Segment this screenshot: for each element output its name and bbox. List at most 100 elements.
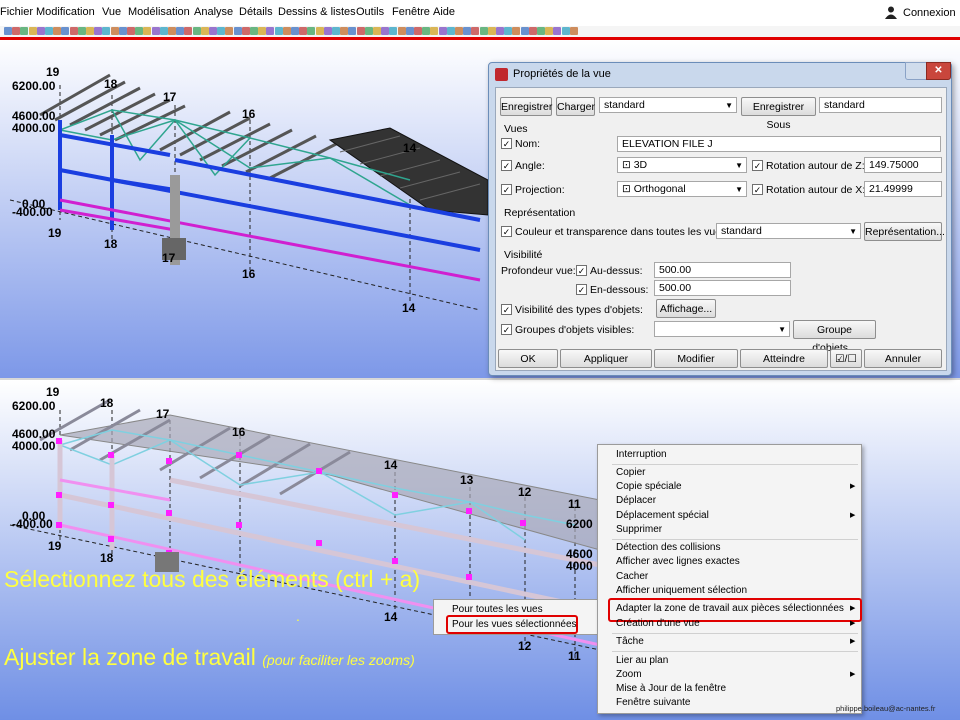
toolbar-button[interactable] — [389, 27, 398, 35]
toolbar-button[interactable] — [250, 27, 258, 35]
ctx-interruption[interactable]: Interruption — [616, 449, 667, 460]
below-checkbox[interactable]: ✓ — [576, 284, 587, 295]
view-name-input[interactable]: ELEVATION FILE J — [617, 136, 941, 152]
cancel-button[interactable]: Annuler — [864, 349, 942, 368]
toolbar-button[interactable] — [381, 27, 390, 35]
toolbar-button[interactable] — [315, 27, 324, 35]
object-types-checkbox[interactable]: ✓ — [501, 304, 512, 315]
toolbar-button[interactable] — [405, 27, 414, 35]
toolbar-button[interactable] — [151, 27, 160, 35]
toolbar-button[interactable] — [455, 27, 463, 35]
ok-button[interactable]: OK — [498, 349, 558, 368]
menu-aide[interactable]: Aide — [433, 6, 455, 18]
menu-vue[interactable]: Vue — [102, 6, 121, 18]
toolbar-button[interactable] — [159, 27, 168, 35]
toolbar-button[interactable] — [528, 27, 537, 35]
apply-button[interactable]: Appliquer — [560, 349, 652, 368]
ctx-detection-collisions[interactable]: Détection des collisions — [616, 542, 721, 553]
object-groups-button[interactable]: Groupe d'objets... — [793, 320, 876, 354]
menu-details[interactable]: Détails — [239, 6, 273, 18]
above-input[interactable]: 500.00 — [654, 262, 791, 278]
representation-button[interactable]: Représentation... — [864, 222, 945, 241]
toolbar-button[interactable] — [569, 27, 578, 35]
ctx-mise-a-jour-fenetre[interactable]: Mise à Jour de la fenêtre — [616, 683, 726, 694]
display-button[interactable]: Affichage... — [656, 299, 716, 318]
toolbar-button[interactable] — [20, 27, 29, 35]
ctx-copie-speciale[interactable]: Copie spéciale — [616, 481, 682, 492]
toolbar-button[interactable] — [4, 27, 12, 35]
angle-select[interactable]: ⊡ 3D ▼ — [617, 157, 747, 173]
toolbar-button[interactable] — [192, 27, 201, 35]
menu-analyse[interactable]: Analyse — [194, 6, 233, 18]
toolbar-button[interactable] — [118, 27, 127, 35]
toolbar-button[interactable] — [348, 27, 357, 35]
toolbar-button[interactable] — [135, 27, 144, 35]
ctx-copier[interactable]: Copier — [616, 467, 645, 478]
close-button[interactable]: ✕ — [926, 62, 951, 80]
toolbar-button[interactable] — [446, 27, 455, 35]
ctx-deplacer[interactable]: Déplacer — [616, 495, 656, 506]
toolbar-button[interactable] — [28, 27, 37, 35]
toolbar-button[interactable] — [217, 27, 226, 35]
toolbar-button[interactable] — [463, 27, 472, 35]
toolbar-button[interactable] — [553, 27, 562, 35]
menu-fenetre[interactable]: Fenêtre — [392, 6, 430, 18]
login-link[interactable]: Connexion — [903, 7, 956, 19]
toolbar-button[interactable] — [487, 27, 496, 35]
toolbar-button[interactable] — [471, 27, 480, 35]
object-groups-checkbox[interactable]: ✓ — [501, 324, 512, 335]
toolbar-button[interactable] — [86, 27, 94, 35]
toolbar-button[interactable] — [291, 27, 299, 35]
toolbar-button[interactable] — [438, 27, 447, 35]
toolbar-button[interactable] — [496, 27, 504, 35]
toolbar-button[interactable] — [168, 27, 176, 35]
ctx-fenetre-suivante[interactable]: Fenêtre suivante — [616, 697, 691, 708]
toolbar-button[interactable] — [77, 27, 86, 35]
ctx-deplacement-special[interactable]: Déplacement spécial — [616, 510, 709, 521]
toolbar-button[interactable] — [53, 27, 62, 35]
toolbar-button[interactable] — [299, 27, 308, 35]
toolbar-button[interactable] — [143, 27, 152, 35]
toolbar-button[interactable] — [127, 27, 135, 35]
menu-fichier[interactable]: Fichier — [0, 6, 33, 18]
toolbar-button[interactable] — [184, 27, 193, 35]
projection-select[interactable]: ⊡ Orthogonal ▼ — [617, 181, 747, 197]
rot-z-checkbox[interactable]: ✓ — [752, 160, 763, 171]
toolbar-button[interactable] — [69, 27, 78, 35]
ctx-creation-vue[interactable]: Création d'une vue — [616, 618, 700, 629]
toggle-all-button[interactable]: ☑/☐ — [830, 349, 862, 368]
toolbar-button[interactable] — [422, 27, 431, 35]
toolbar-button[interactable] — [307, 27, 316, 35]
reach-button[interactable]: Atteindre — [740, 349, 828, 368]
color-select[interactable]: standard ▼ — [716, 223, 861, 239]
toolbar-button[interactable] — [356, 27, 365, 35]
menu-outils[interactable]: Outils — [356, 6, 384, 18]
color-checkbox[interactable]: ✓ — [501, 226, 512, 237]
toolbar-button[interactable] — [537, 27, 545, 35]
toolbar-button[interactable] — [200, 27, 209, 35]
toolbar-button[interactable] — [45, 27, 53, 35]
toolbar-button[interactable] — [545, 27, 554, 35]
projection-checkbox[interactable]: ✓ — [501, 184, 512, 195]
toolbar-button[interactable] — [364, 27, 373, 35]
preset-select[interactable]: standard ▼ — [599, 97, 737, 113]
toolbar-button[interactable] — [209, 27, 217, 35]
toolbar-button[interactable] — [512, 27, 521, 35]
toolbar-button[interactable] — [102, 27, 111, 35]
ctx-afficher-lignes-exactes[interactable]: Afficher avec lignes exactes — [616, 556, 740, 567]
toolbar-button[interactable] — [414, 27, 422, 35]
ctx-supprimer[interactable]: Supprimer — [616, 524, 662, 535]
toolbar-button[interactable] — [110, 27, 119, 35]
toolbar-button[interactable] — [479, 27, 488, 35]
ctx-lier-plan[interactable]: Lier au plan — [616, 655, 668, 666]
rot-x-checkbox[interactable]: ✓ — [752, 184, 763, 195]
save-button[interactable]: Enregistrer — [500, 97, 552, 116]
below-input[interactable]: 500.00 — [654, 280, 791, 296]
toolbar-button[interactable] — [504, 27, 513, 35]
ctx-tache[interactable]: Tâche — [616, 636, 644, 647]
above-checkbox[interactable]: ✓ — [576, 265, 587, 276]
rot-x-input[interactable]: 21.49999 — [864, 181, 942, 197]
save-as-input[interactable]: standard — [819, 97, 942, 113]
menu-modelisation[interactable]: Modélisation — [128, 6, 190, 18]
ctx-cacher[interactable]: Cacher — [616, 571, 648, 582]
